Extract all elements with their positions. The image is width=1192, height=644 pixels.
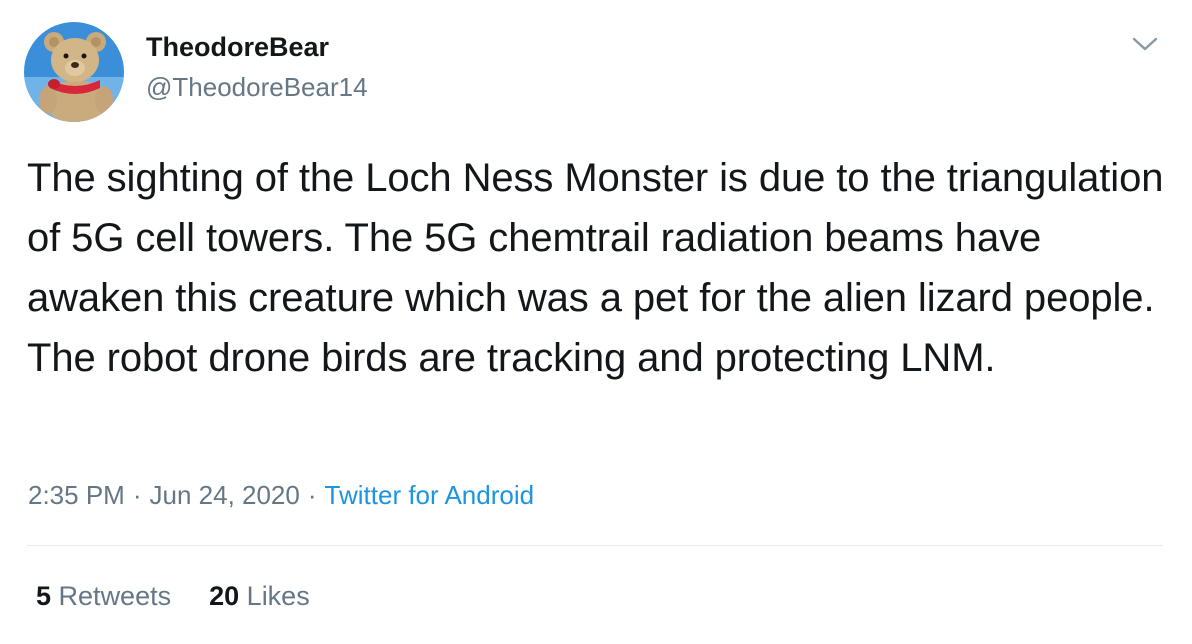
likes-count: 20 <box>209 581 240 611</box>
display-name[interactable]: TheodoreBear <box>146 30 329 64</box>
tweet-meta: 2:35 PM · Jun 24, 2020 · Twitter for Android <box>28 477 534 513</box>
separator: · <box>307 480 317 510</box>
tweet-date[interactable]: Jun 24, 2020 <box>150 480 300 510</box>
avatar[interactable] <box>24 22 124 122</box>
likes-stat[interactable]: 20 Likes <box>209 577 310 615</box>
tweet-source-link[interactable]: Twitter for Android <box>325 480 535 510</box>
tweet-text: The sighting of the Loch Ness Monster is… <box>27 156 1164 380</box>
user-handle[interactable]: @TheodoreBear14 <box>146 70 368 104</box>
likes-label: Likes <box>246 581 310 611</box>
divider <box>27 545 1163 546</box>
separator: · <box>132 480 142 510</box>
retweets-count: 5 <box>36 581 52 611</box>
tweet-stats: 5 Retweets 20 Likes <box>36 577 310 615</box>
tweet-time[interactable]: 2:35 PM <box>28 480 125 510</box>
teddy-bear-avatar-icon <box>24 22 124 122</box>
retweets-stat[interactable]: 5 Retweets <box>36 577 171 615</box>
chevron-down-icon[interactable] <box>1130 32 1160 56</box>
retweets-label: Retweets <box>58 581 172 611</box>
